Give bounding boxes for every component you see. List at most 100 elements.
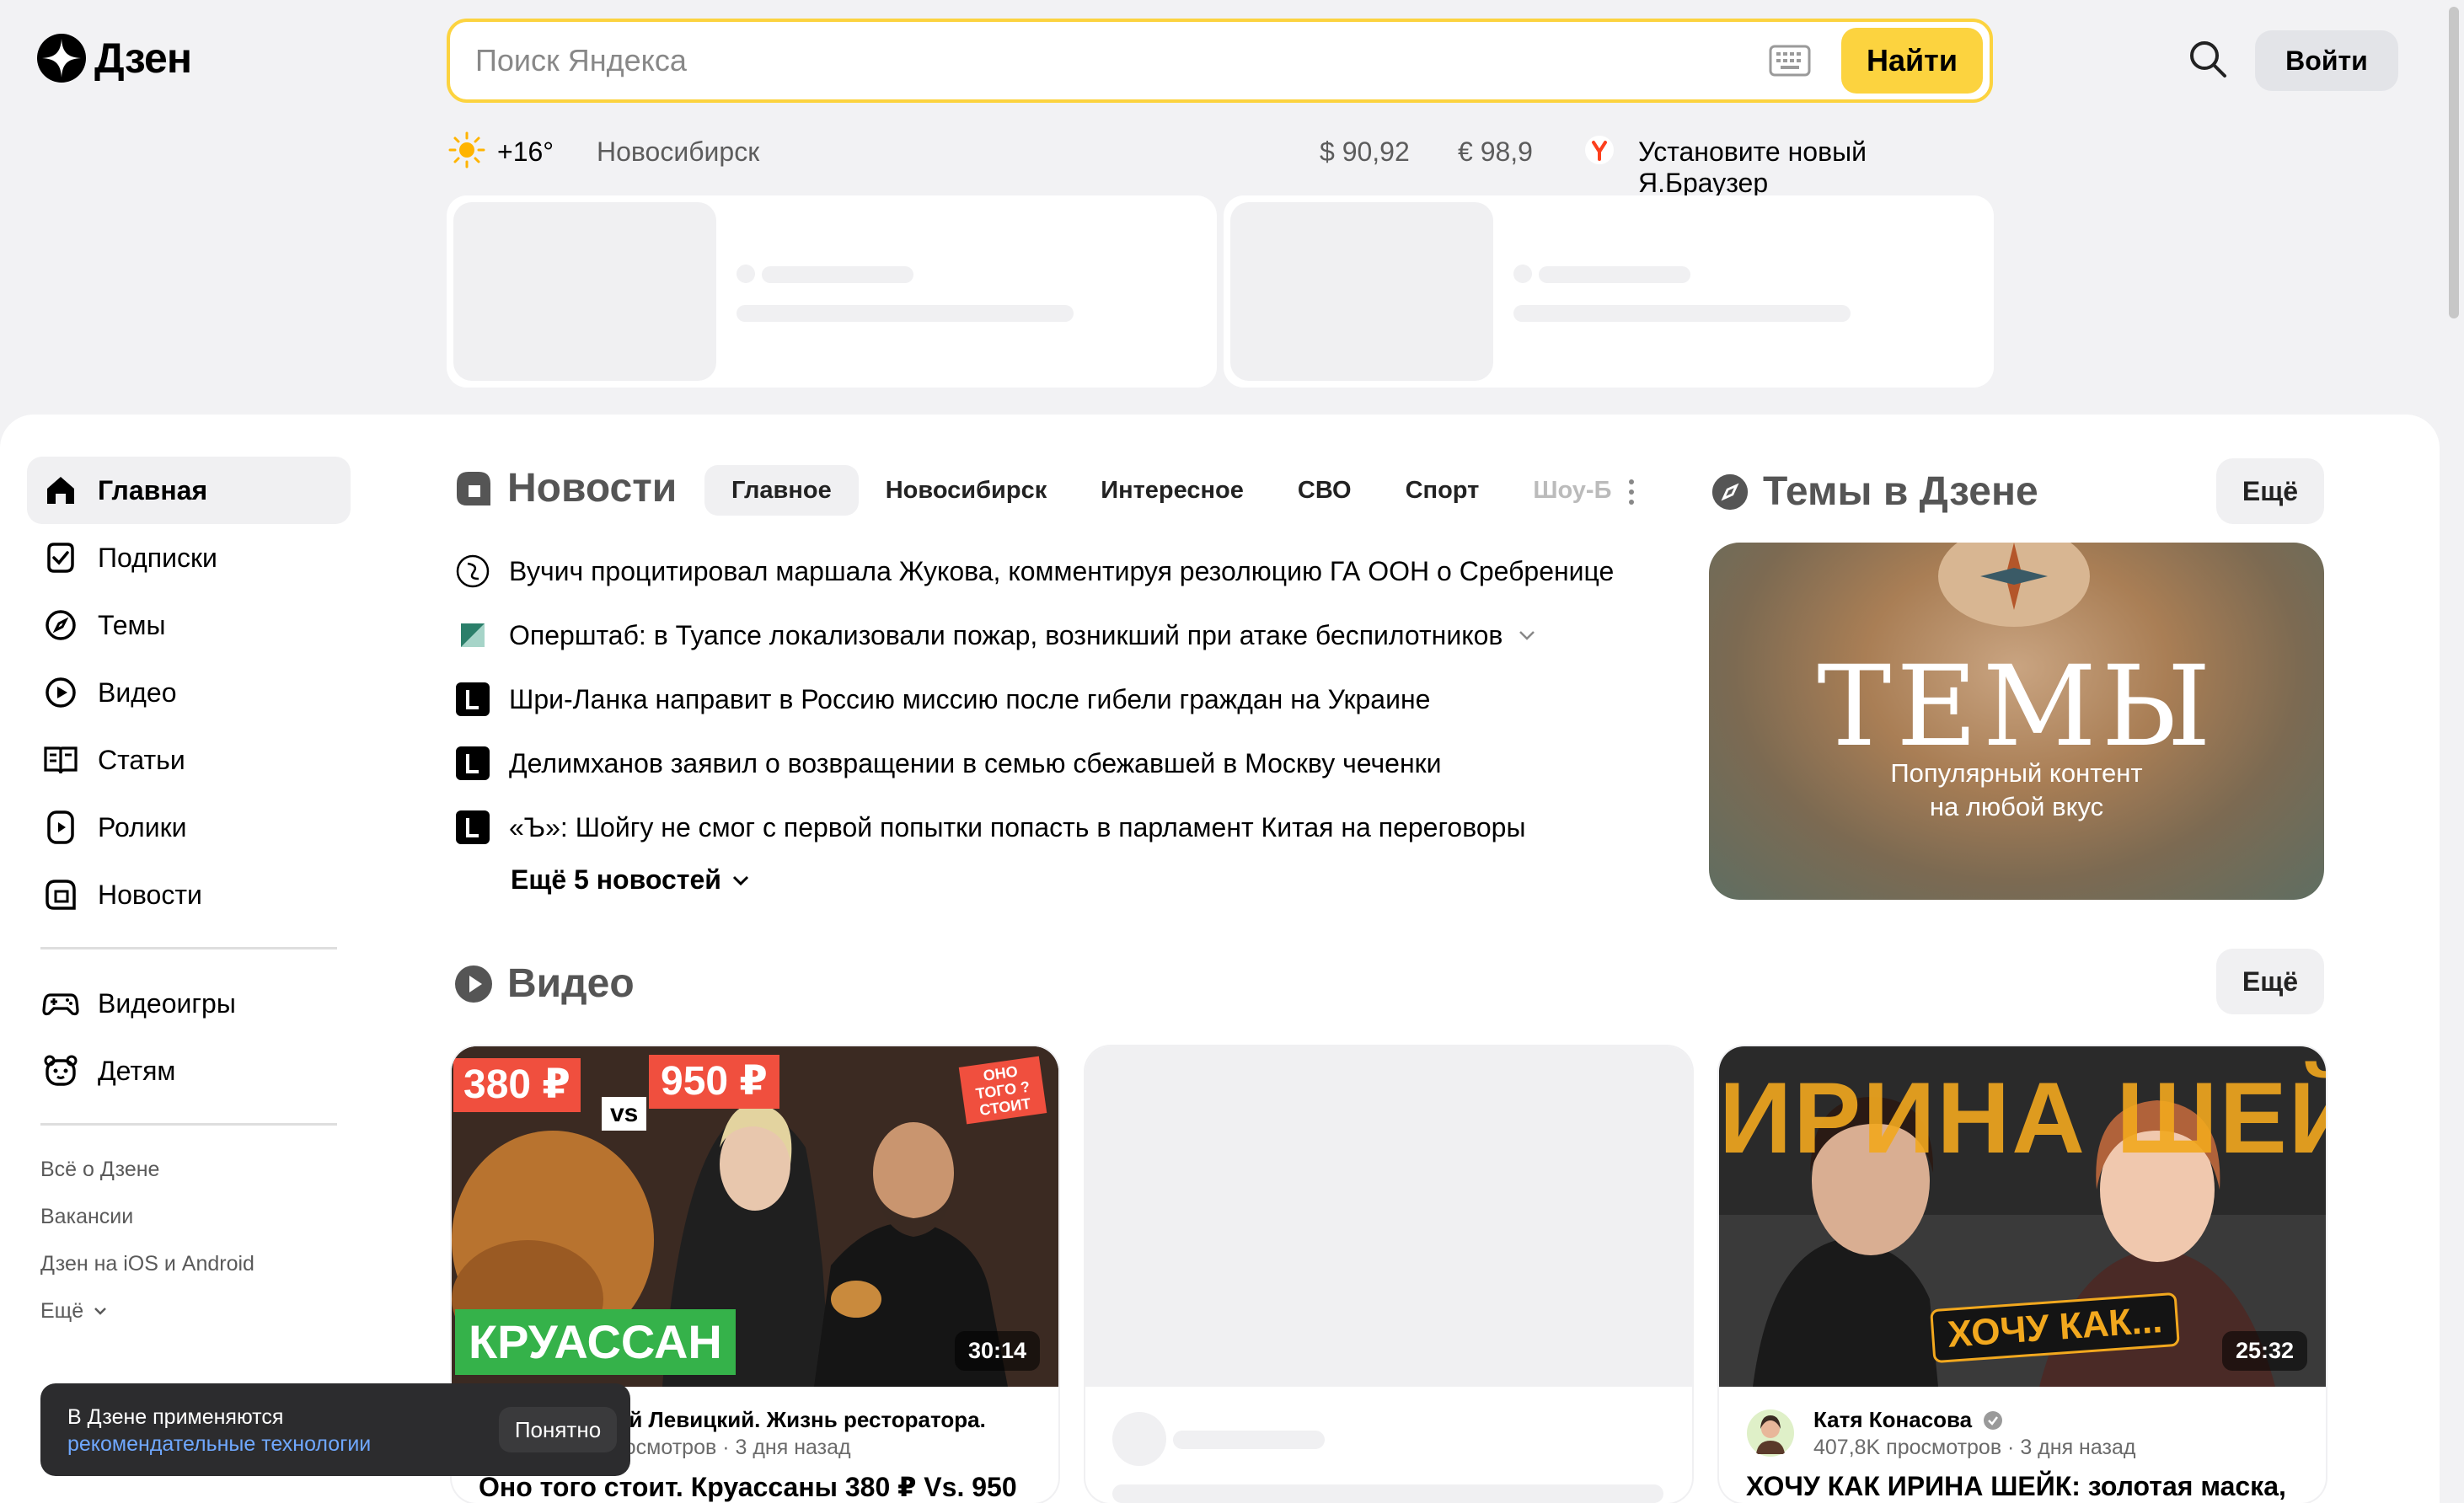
thumb-title-text: ИРИНА ШЕЙК [1719, 1062, 2326, 1174]
channel-name[interactable]: Катя Конасова [1813, 1407, 2003, 1433]
search-input[interactable] [450, 22, 1769, 99]
loading-thumb [1085, 1046, 1692, 1387]
sidebar-item-kids[interactable]: Детям [27, 1037, 351, 1105]
sidebar: Главная Подписки Темы Видео Статьи Ролик… [27, 457, 351, 1335]
info-bar: +16° Новосибирск $ 90,92 € 98,9 Установи… [448, 131, 1992, 198]
tab-sport[interactable]: Спорт [1379, 465, 1507, 516]
rate-eur[interactable]: € 98,9 [1458, 136, 1533, 168]
shorts-icon [47, 810, 74, 844]
channel-name-text: Катя Конасова [1813, 1407, 1973, 1432]
yandex-browser-icon [1585, 136, 1614, 164]
loading-card [1224, 195, 1994, 388]
loading-line [1539, 266, 1690, 283]
tab-novosibirsk[interactable]: Новосибирск [859, 465, 1074, 516]
source-logo-icon [456, 554, 490, 588]
browser-promo-link[interactable]: Установите новый Я.Браузер [1638, 136, 1992, 199]
news-section-icon [457, 471, 490, 505]
search-button[interactable]: Найти [1841, 28, 1983, 94]
toast-link[interactable]: рекомендательные технологии [67, 1432, 371, 1457]
video-header: Видео [453, 960, 635, 1007]
tab-main[interactable]: Главное [704, 465, 859, 516]
weather-temperature[interactable]: +16° [497, 136, 554, 168]
vs-label: vs [602, 1097, 647, 1131]
footer-link-about[interactable]: Всё о Дзене [27, 1146, 351, 1193]
loading-card [447, 195, 1217, 388]
themes-banner-sub1: Популярный контент [1890, 758, 2143, 788]
footer-link-more[interactable]: Ещё [27, 1287, 351, 1335]
footer-link-jobs[interactable]: Вакансии [27, 1193, 351, 1240]
themes-banner-subtitle: Популярный контент на любой вкус [1709, 757, 2324, 824]
sidebar-item-label: Детям [98, 1055, 176, 1086]
news-item[interactable]: Вучич процитировал маршала Жукова, комме… [455, 539, 1652, 603]
sidebar-item-label: Статьи [98, 744, 185, 775]
themes-title[interactable]: Темы в Дзене [1763, 468, 2038, 515]
sidebar-item-label: Подписки [98, 542, 217, 573]
articles-icon [44, 746, 78, 774]
weather-city[interactable]: Новосибирск [597, 136, 759, 168]
news-item-text: «Ъ»: Шойгу не смог с первой попытки попа… [509, 811, 1526, 842]
sidebar-item-subscriptions[interactable]: Подписки [27, 524, 351, 591]
chevron-down-icon [94, 1308, 107, 1315]
news-item[interactable]: Оперштаб: в Туапсе локализовали пожар, в… [455, 603, 1652, 667]
search-icon[interactable] [2188, 39, 2228, 79]
more-vertical-icon[interactable] [1623, 477, 1640, 507]
tab-show[interactable]: Шоу-Б [1506, 465, 1638, 516]
sidebar-item-news[interactable]: Новости [27, 861, 351, 928]
tab-interesting[interactable]: Интересное [1074, 465, 1271, 516]
video-card-loading [1085, 1046, 1692, 1503]
loading-thumb [453, 202, 716, 381]
themes-banner-sub2: на любой вкус [1929, 792, 2104, 821]
price-tag-left: 380 ₽ [453, 1058, 581, 1112]
page-scrollbar[interactable] [2447, 0, 2459, 1503]
gamepad-icon [42, 993, 79, 1016]
themes-more-button[interactable]: Ещё [2216, 458, 2324, 524]
video-more-button[interactable]: Ещё [2216, 949, 2324, 1014]
sidebar-item-videogames[interactable]: Видеоигры [27, 970, 351, 1037]
news-item[interactable]: Шри-Ланка направит в Россию миссию после… [455, 667, 1652, 731]
sidebar-item-video[interactable]: Видео [27, 659, 351, 726]
loading-line [762, 266, 913, 283]
loading-dot [1513, 265, 1532, 283]
video-card-title[interactable]: ХОЧУ КАК ИРИНА ШЕЙК: золотая маска, [1746, 1471, 2286, 1502]
sidebar-item-articles[interactable]: Статьи [27, 726, 351, 794]
verified-icon [1984, 1411, 2003, 1430]
dzen-logo[interactable]: Дзен [37, 34, 192, 83]
subscriptions-icon [47, 543, 74, 573]
home-icon [47, 477, 74, 504]
keyboard-icon[interactable] [1769, 45, 1811, 77]
rate-usd[interactable]: $ 90,92 [1320, 136, 1410, 168]
video-title[interactable]: Видео [507, 960, 635, 1007]
sidebar-item-shorts[interactable]: Ролики [27, 794, 351, 861]
news-item[interactable]: Делимханов заявил о возвращении в семью … [455, 731, 1652, 795]
thumb-badge: ОНО ТОГО ? СТОИТ [958, 1056, 1047, 1125]
sidebar-item-themes[interactable]: Темы [27, 591, 351, 659]
toast-ok-button[interactable]: Понятно [499, 1407, 617, 1452]
footer-more-label: Ещё [40, 1298, 84, 1323]
avatar[interactable] [1746, 1409, 1795, 1458]
more-news-button[interactable]: Ещё 5 новостей [511, 864, 752, 896]
chevron-down-icon[interactable] [1516, 624, 1538, 646]
tab-svo[interactable]: СВО [1271, 465, 1379, 516]
source-logo-icon [461, 623, 485, 647]
sidebar-item-label: Видео [98, 677, 177, 708]
news-title[interactable]: Новости [507, 465, 677, 511]
sidebar-divider [40, 1123, 337, 1126]
source-logo-icon [456, 682, 490, 716]
video-stats: 407,8K просмотров · 3 дня назад [1813, 1436, 2136, 1459]
themes-banner[interactable]: ТЕМЫ Популярный контент на любой вкус [1709, 543, 2324, 900]
loading-line [1112, 1484, 1663, 1503]
source-logo-icon [456, 810, 490, 844]
scrollbar-thumb[interactable] [2449, 7, 2459, 318]
login-button[interactable]: Войти [2255, 30, 2398, 91]
news-item[interactable]: «Ъ»: Шойгу не смог с первой попытки попа… [455, 795, 1652, 859]
more-news-label: Ещё 5 новостей [511, 864, 721, 895]
sidebar-item-label: Главная [98, 474, 208, 505]
brand-name: Дзен [94, 35, 192, 82]
price-tag-right: 950 ₽ [649, 1055, 779, 1109]
video-card[interactable]: ИРИНА ШЕЙК ХОЧУ КАК... 25:32 Катя Конасо… [1719, 1046, 2326, 1503]
news-item-text: Делимханов заявил о возвращении в семью … [509, 747, 1442, 778]
footer-link-apps[interactable]: Дзен на iOS и Android [27, 1240, 351, 1287]
news-item-text: Вучич процитировал маршала Жукова, комме… [509, 555, 1615, 586]
sidebar-item-home[interactable]: Главная [27, 457, 351, 524]
chevron-down-icon [732, 875, 748, 885]
